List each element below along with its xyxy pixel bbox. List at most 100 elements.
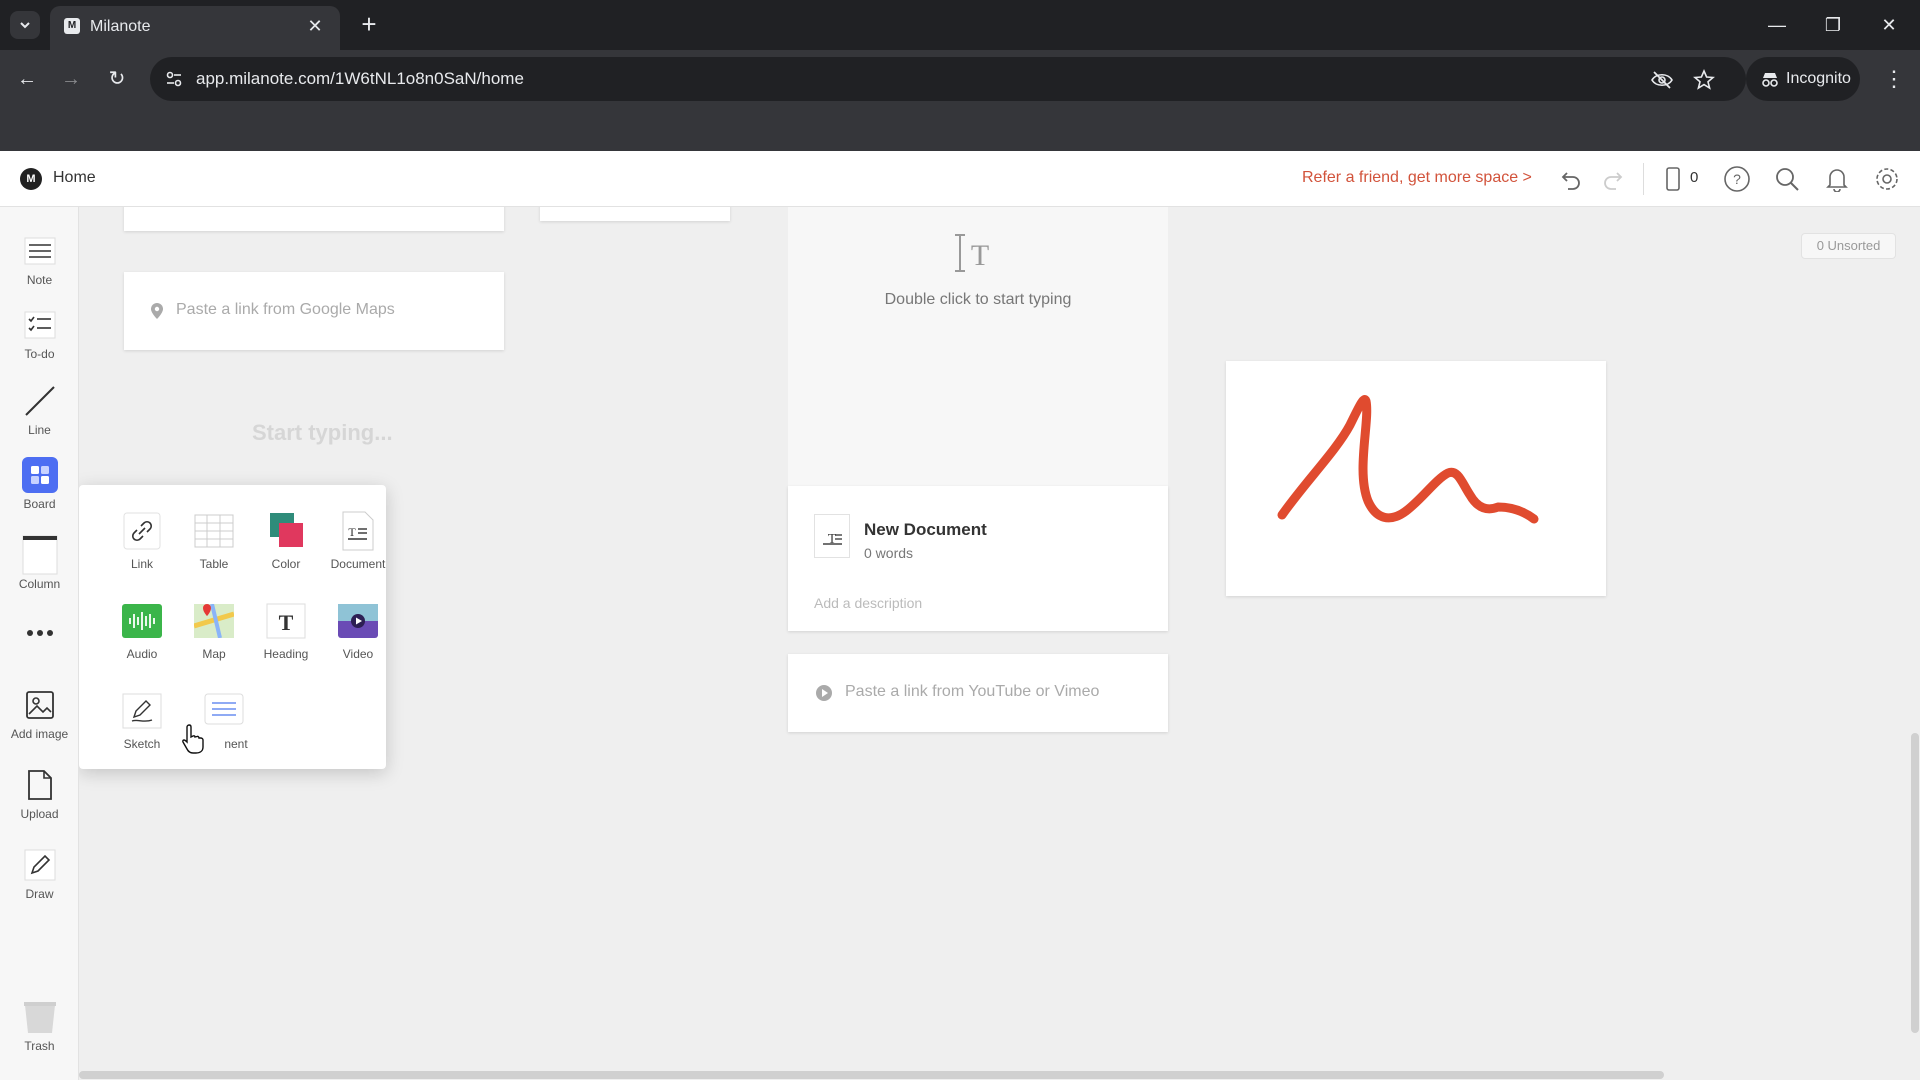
bookmarks-bar [0,108,1920,151]
upload-file-icon [22,767,58,803]
tool-column-label: Column [18,577,61,591]
popup-item-audio[interactable]: Audio [107,601,177,661]
refer-friend-link[interactable]: Refer a friend, get more space > [1302,169,1532,187]
partial-card-top-middle[interactable] [540,207,730,221]
eye-off-icon[interactable] [1650,68,1674,92]
popup-item-label: Map [202,647,226,661]
bookmark-star-icon[interactable] [1692,68,1716,92]
redo-icon[interactable] [1598,164,1628,194]
tool-draw-label: Draw [25,887,54,901]
text-card[interactable]: T Double click to start typing [788,207,1168,492]
video-link-placeholder[interactable]: Paste a link from YouTube or Vimeo [845,683,1099,701]
text-card-hint: Double click to start typing [884,291,1072,308]
popup-item-heading[interactable]: T Heading [251,601,321,661]
document-icon: T [814,514,850,558]
document-card[interactable]: T New Document 0 words Add a description [788,486,1168,631]
popup-item-label: Audio [126,647,158,661]
tab-title: Milanote [90,18,151,35]
device-count: 0 [1690,169,1699,186]
header-divider [1643,163,1644,195]
tool-column[interactable]: Column [0,535,79,591]
tool-trash[interactable]: Trash [0,999,79,1053]
tab-close-icon[interactable]: ✕ [304,15,326,37]
incognito-icon [1762,73,1778,87]
link-icon [122,511,162,551]
restore-button[interactable]: ❐ [1810,8,1856,42]
sketch-icon [122,691,162,731]
more-tools-popup: Link Table Color T Document Audio Map T … [79,485,386,769]
tool-note-label: Note [26,273,53,287]
incognito-indicator[interactable]: Incognito [1746,57,1860,101]
heading-placeholder[interactable]: Start typing... [252,420,393,446]
tool-line[interactable]: Line [0,383,79,437]
popup-item-video[interactable]: Video [323,601,393,661]
browser-tab[interactable]: M Milanote ✕ [50,6,340,50]
map-link-placeholder[interactable]: Paste a link from Google Maps [176,301,395,319]
board-canvas[interactable]: Paste a link from Google Maps Start typi… [79,207,1920,1080]
partial-card-top-left[interactable] [124,207,504,231]
tab-list-button[interactable] [10,11,40,39]
document-icon: T [338,511,378,551]
document-title[interactable]: New Document [864,520,987,540]
horizontal-scrollbar[interactable] [79,1071,1664,1079]
tool-board-label: Board [23,497,56,511]
forward-button[interactable]: → [54,62,88,96]
color-swatch-icon [266,511,306,551]
video-link-card[interactable]: Paste a link from YouTube or Vimeo [788,654,1168,732]
tool-board[interactable]: Board [0,457,79,511]
trash-icon [22,999,58,1035]
board-icon [21,457,58,493]
table-icon [194,511,234,551]
tool-sidebar: Note To-do Line Board Column Add image U… [0,207,79,1080]
vertical-scrollbar[interactable] [1911,733,1919,1033]
help-icon[interactable]: ? [1722,164,1752,194]
popup-item-sketch[interactable]: Sketch [107,691,177,751]
search-icon[interactable] [1772,164,1802,194]
address-bar[interactable]: app.milanote.com/1W6tNL1o8n0SaN/home [150,57,1746,101]
popup-item-color[interactable]: Color [251,511,321,571]
milanote-logo-icon[interactable]: M [20,168,42,190]
text-cursor-icon: T [955,234,989,272]
tool-more[interactable] [0,615,79,651]
breadcrumb-home[interactable]: Home [53,169,96,187]
minimize-button[interactable]: — [1754,8,1800,42]
popup-item-label: Heading [263,647,309,661]
tool-add-image[interactable]: Add image [0,687,79,741]
popup-item-table[interactable]: Table [179,511,249,571]
popup-item-label: Link [130,557,153,571]
mobile-device-icon[interactable] [1658,164,1688,194]
reload-button[interactable]: ↻ [100,62,134,96]
tool-upload[interactable]: Upload [0,767,79,821]
popup-item-label: Color [271,557,301,571]
svg-text:T: T [348,525,356,539]
tool-draw[interactable]: Draw [0,847,79,901]
popup-item-link[interactable]: Link [107,511,177,571]
undo-icon[interactable] [1556,164,1586,194]
tool-todo[interactable]: To-do [0,307,79,361]
popup-item-map[interactable]: Map [179,601,249,661]
tool-todo-label: To-do [24,347,55,361]
site-settings-icon[interactable] [164,69,184,89]
tool-note[interactable]: Note [0,233,79,287]
tab-bar: M Milanote ✕ + — ❐ ✕ [0,0,1920,50]
sketch-card[interactable] [1226,361,1606,596]
popup-item-label: Video [342,647,374,661]
sketch-drawing [1277,395,1539,524]
play-circle-icon [816,685,832,701]
unsorted-badge[interactable]: 0 Unsorted [1801,233,1896,259]
app-header: M Home Refer a friend, get more space > … [0,151,1920,207]
back-button[interactable]: ← [10,62,44,96]
map-link-card[interactable]: Paste a link from Google Maps [124,272,504,350]
url-text: app.milanote.com/1W6tNL1o8n0SaN/home [196,69,524,88]
document-description-placeholder[interactable]: Add a description [814,595,922,611]
document-word-count: 0 words [864,545,914,561]
popup-item-document[interactable]: T Document [323,511,393,571]
incognito-label: Incognito [1786,70,1851,87]
new-tab-button[interactable]: + [354,10,384,40]
todo-checklist-icon [22,307,58,343]
notifications-bell-icon[interactable] [1822,164,1852,194]
settings-gear-icon[interactable] [1872,164,1902,194]
audio-icon [122,601,162,641]
close-window-button[interactable]: ✕ [1866,8,1912,42]
browser-menu-icon[interactable]: ⋮ [1880,62,1908,96]
